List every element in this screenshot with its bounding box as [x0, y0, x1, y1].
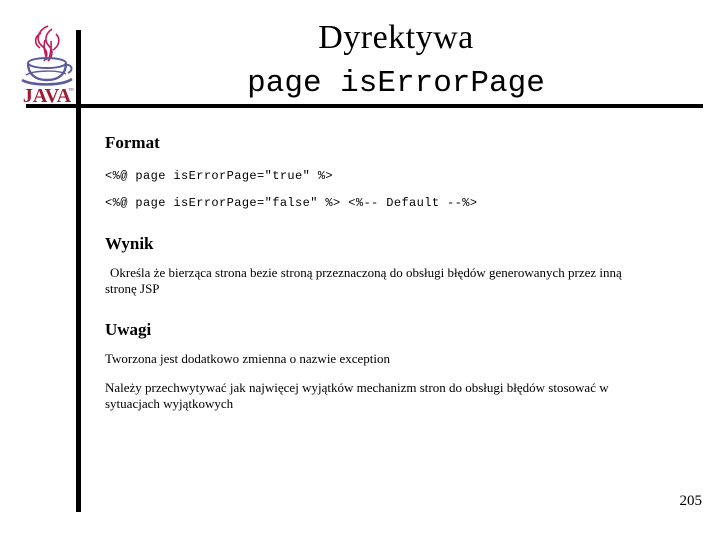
page-number: 205	[679, 493, 703, 509]
uwagi-paragraph-1: Tworzona jest dodatkowo zmienna o nazwie…	[105, 351, 390, 366]
code-line-true: <%@ page isErrorPage="true" %>	[105, 169, 334, 183]
section-heading-format: Format	[105, 133, 160, 152]
java-logo: JAVA ™	[18, 20, 76, 104]
header-divider-horizontal	[26, 104, 703, 108]
uwagi-paragraph-2: Należy przechwytywać jak najwięcej wyjąt…	[105, 380, 609, 411]
steam-swirls-icon	[34, 25, 60, 62]
java-wordmark: JAVA	[23, 85, 72, 104]
slide-title-primary: Dyrektywa	[318, 19, 474, 56]
java-logo-graphic: JAVA ™	[21, 25, 74, 104]
section-heading-uwagi: Uwagi	[105, 320, 152, 339]
coffee-cup-icon	[21, 57, 73, 86]
header-divider-vertical	[76, 30, 81, 512]
slide-content: Format <%@ page isErrorPage="true" %> <%…	[105, 132, 645, 412]
wynik-paragraph: Określa że bierząca strona bezie stroną …	[105, 265, 622, 296]
code-line-false: <%@ page isErrorPage="false" %> <%-- Def…	[105, 196, 478, 210]
trademark-icon: ™	[68, 88, 74, 94]
section-heading-wynik: Wynik	[105, 234, 154, 253]
slide-title-secondary: page isErrorPage	[247, 66, 545, 101]
slide-canvas: JAVA ™ Dyrektywa page isErrorPage Format…	[0, 0, 720, 540]
